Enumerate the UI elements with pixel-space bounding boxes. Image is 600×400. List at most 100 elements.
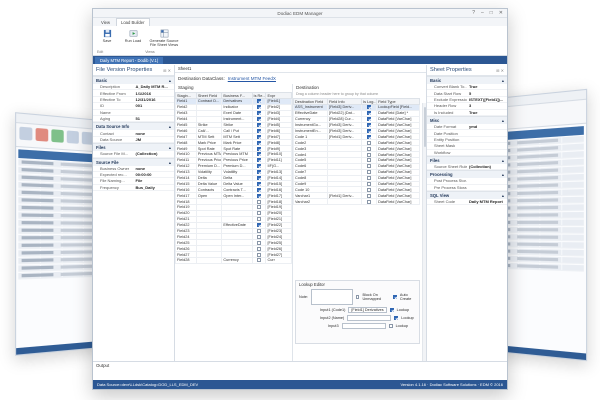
collapse-icon[interactable]: ▴ [169, 124, 171, 129]
row-checkbox[interactable] [257, 111, 261, 116]
row-checkbox[interactable] [257, 211, 261, 216]
sheet-tab[interactable]: Sheet1 [175, 65, 426, 73]
destination-scrollbar[interactable] [422, 103, 426, 361]
row-checkbox[interactable] [257, 187, 261, 192]
row-checkbox[interactable] [257, 199, 261, 204]
collapse-icon[interactable]: ▴ [502, 118, 504, 123]
row-checkbox[interactable] [257, 205, 261, 210]
row-checkbox[interactable] [257, 117, 261, 122]
row-checkbox[interactable] [257, 152, 261, 157]
collapse-icon[interactable]: ▴ [169, 145, 171, 150]
minimize-icon[interactable]: – [481, 10, 484, 16]
input2-lookup-checkbox[interactable] [394, 316, 399, 320]
property-value[interactable]: 51 [134, 116, 175, 121]
row-checkbox[interactable] [257, 128, 261, 133]
input1-select[interactable]: [Field1] Derivatives [348, 307, 387, 313]
row-checkbox[interactable] [367, 140, 372, 145]
property-value[interactable]: 00:00:00 [134, 172, 175, 177]
run-load-button[interactable]: Run Load [123, 29, 143, 52]
row-checkbox[interactable] [367, 105, 372, 110]
row-checkbox[interactable] [257, 229, 261, 234]
collapse-icon[interactable]: ▴ [169, 160, 171, 165]
row-checkbox[interactable] [257, 193, 261, 198]
maximize-icon[interactable]: □ [490, 10, 493, 16]
property-value[interactable]: 5 [467, 91, 507, 96]
row-checkbox[interactable] [257, 246, 261, 251]
help-icon[interactable]: ? [472, 10, 475, 16]
row-checkbox[interactable] [257, 181, 261, 186]
row-checkbox[interactable] [367, 182, 372, 186]
property-group-header[interactable]: Basic ▴ [427, 76, 507, 84]
row-checkbox[interactable] [367, 193, 372, 198]
tab-load-builder[interactable]: Load Builder [116, 18, 150, 26]
row-checkbox[interactable] [367, 176, 372, 181]
property-value[interactable]: True [467, 110, 507, 115]
property-value[interactable]: A_Daily MTM R... [134, 84, 175, 89]
tab-view[interactable]: View [97, 19, 114, 26]
property-value[interactable]: True [467, 84, 507, 89]
property-group-header[interactable]: Files ▴ [427, 155, 507, 164]
property-group-header[interactable]: Processing ▴ [427, 170, 507, 179]
input3-lookup-checkbox[interactable] [388, 324, 393, 328]
auto-create-checkbox[interactable] [393, 295, 397, 299]
property-value[interactable]: Daily MTM Report [467, 199, 507, 204]
row-checkbox[interactable] [367, 187, 372, 192]
row-checkbox[interactable] [367, 117, 372, 122]
property-value[interactable]: none [134, 166, 175, 171]
property-row[interactable]: Frequency Bus_Daily [93, 185, 175, 192]
row-checkbox[interactable] [367, 123, 372, 128]
collapse-icon[interactable]: ▴ [502, 172, 504, 177]
row-checkbox[interactable] [367, 111, 372, 116]
row-checkbox[interactable] [367, 152, 372, 157]
document-tab[interactable]: Daily MTM Report - Dodib (V.1) [95, 56, 164, 64]
property-value[interactable]: ISTEXT([Field1])... [467, 97, 507, 102]
row-checkbox[interactable] [257, 258, 261, 263]
row-checkbox[interactable] [367, 129, 372, 133]
property-group-header[interactable]: Source File ▴ [93, 157, 174, 166]
destination-dataclass-link[interactable]: Instrument MTM FeedX [228, 76, 276, 81]
collapse-icon[interactable]: ▴ [169, 78, 171, 83]
row-checkbox[interactable] [257, 134, 261, 139]
row-checkbox[interactable] [257, 176, 261, 180]
block-on-unmapped-checkbox[interactable] [355, 295, 360, 299]
row-checkbox[interactable] [257, 158, 261, 163]
row-checkbox[interactable] [367, 170, 372, 175]
table-row[interactable]: Varchar2 DataField [VarChar] [292, 198, 420, 206]
property-group-header[interactable]: SQL View ▴ [427, 191, 507, 200]
collapse-icon[interactable]: ▴ [502, 78, 504, 83]
property-value[interactable]: none [134, 131, 175, 136]
row-checkbox[interactable] [257, 105, 261, 110]
row-checkbox[interactable] [257, 140, 261, 145]
property-group-header[interactable]: Files ▴ [93, 143, 174, 152]
input3-select[interactable] [341, 323, 386, 329]
collapse-icon[interactable]: ▴ [502, 158, 504, 163]
property-value[interactable]: 12/31/2016 [134, 97, 175, 102]
property-value[interactable]: 3 [467, 103, 507, 108]
row-checkbox[interactable] [367, 146, 372, 151]
property-value[interactable]: ymd [467, 124, 507, 129]
row-checkbox[interactable] [367, 134, 372, 139]
row-checkbox[interactable] [257, 217, 261, 222]
property-value[interactable]: JM [134, 137, 175, 142]
row-checkbox[interactable] [257, 170, 261, 175]
save-button[interactable]: Save [97, 29, 117, 52]
row-checkbox[interactable] [367, 199, 372, 204]
property-value[interactable]: 001 [134, 103, 175, 108]
pin-icon[interactable]: ⊞ ✕ [496, 68, 504, 73]
table-row[interactable]: Field28 Currency Curr [175, 257, 292, 264]
row-checkbox[interactable] [257, 234, 261, 239]
collapse-icon[interactable]: ▴ [502, 193, 504, 198]
row-checkbox[interactable] [257, 164, 261, 169]
note-field[interactable] [311, 289, 353, 305]
property-row[interactable]: Sheet Code Daily MTM Report [427, 199, 507, 206]
property-value[interactable]: Bus_Daily [134, 185, 175, 190]
input2-select[interactable] [347, 315, 392, 321]
input1-lookup-checkbox[interactable] [389, 308, 394, 312]
row-checkbox[interactable] [257, 240, 261, 245]
row-checkbox[interactable] [257, 252, 261, 257]
property-group-header[interactable]: Data Source Info ▴ [93, 122, 174, 131]
property-value[interactable]: (Collection) [134, 151, 175, 156]
property-group-header[interactable]: Basic ▴ [93, 76, 174, 84]
property-value[interactable]: File [134, 178, 175, 183]
row-checkbox[interactable] [257, 99, 261, 104]
